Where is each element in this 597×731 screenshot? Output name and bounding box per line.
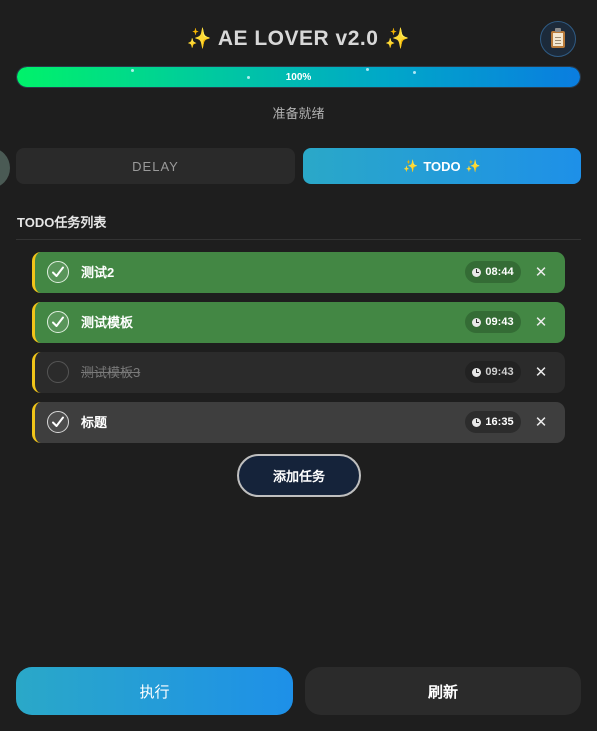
task-item[interactable]: 测试模板 09:43 ✕ (32, 302, 565, 343)
clock-icon (472, 317, 482, 327)
tab-todo-label: TODO (423, 158, 461, 174)
add-task-button[interactable]: 添加任务 (237, 454, 361, 497)
tab-delay-label: DELAY (132, 158, 179, 174)
sparkle-icon: ✨ (186, 28, 213, 50)
divider (16, 239, 581, 240)
clock-icon (472, 367, 482, 377)
task-time-badge: 16:35 (465, 411, 521, 433)
task-checkbox[interactable] (47, 361, 69, 383)
sparkle-icon: ✨ (403, 159, 419, 173)
progress-bar: 100% (16, 66, 581, 88)
execute-button[interactable]: 执行 (16, 667, 293, 715)
app-window: ✨ AE LOVER v2.0 ✨ 100% 准备就绪 DELAY ✨ TODO… (0, 0, 597, 731)
checkmark-icon (52, 316, 64, 327)
side-handle[interactable] (0, 148, 10, 188)
task-checkbox[interactable] (47, 311, 69, 333)
task-name: 测试模板3 (81, 365, 141, 380)
checkmark-icon (52, 416, 64, 427)
task-name: 标题 (81, 415, 108, 430)
app-title-text: AE LOVER v2.0 (217, 27, 379, 50)
task-name: 测试模板 (81, 315, 134, 330)
app-title: ✨ AE LOVER v2.0 ✨ (0, 26, 597, 51)
task-item[interactable]: 测试2 08:44 ✕ (32, 252, 565, 293)
sparkle-icon: ✨ (384, 28, 411, 50)
task-checkbox[interactable] (47, 261, 69, 283)
task-time: 09:43 (485, 366, 514, 378)
refresh-button[interactable]: 刷新 (305, 667, 581, 715)
task-time: 08:44 (485, 266, 514, 278)
section-title: TODO任务列表 (17, 215, 107, 230)
delete-task-button[interactable]: ✕ (531, 412, 551, 432)
task-item[interactable]: 标题 16:35 ✕ (32, 402, 565, 443)
task-time-badge: 09:43 (465, 311, 521, 333)
delete-task-button[interactable]: ✕ (531, 312, 551, 332)
clipboard-icon (551, 27, 565, 48)
progress-label: 100% (285, 71, 312, 83)
tab-delay[interactable]: DELAY (16, 148, 295, 184)
task-checkbox[interactable] (47, 411, 69, 433)
task-time: 16:35 (485, 416, 514, 428)
checkmark-icon (52, 266, 64, 277)
sparkle-icon: ✨ (465, 159, 481, 173)
delete-task-button[interactable]: ✕ (531, 262, 551, 282)
delete-task-button[interactable]: ✕ (531, 362, 551, 382)
task-time: 09:43 (485, 316, 514, 328)
status-text: 准备就绪 (272, 106, 325, 121)
clock-icon (472, 267, 482, 277)
task-item[interactable]: 测试模板3 09:43 ✕ (32, 352, 565, 393)
tab-todo[interactable]: ✨ TODO ✨ (303, 148, 581, 184)
task-time-badge: 09:43 (465, 361, 521, 383)
clock-icon (472, 417, 482, 427)
clipboard-button[interactable] (540, 21, 576, 57)
task-time-badge: 08:44 (465, 261, 521, 283)
task-name: 测试2 (81, 265, 115, 280)
